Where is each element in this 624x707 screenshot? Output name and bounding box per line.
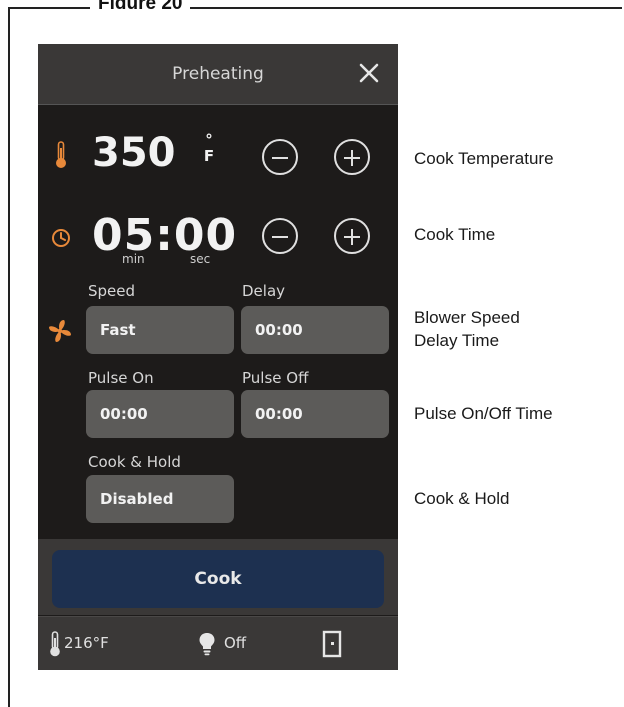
device-screen: Preheating 350 ° F 05:00 min sec Speed D… — [38, 44, 398, 670]
callout-pulse-time: Pulse On/Off Time — [414, 404, 553, 423]
time-increase-button[interactable] — [334, 218, 370, 254]
time-decrease-button[interactable] — [262, 218, 298, 254]
delay-label: Delay — [242, 282, 286, 300]
callout-cook-temperature: Cook Temperature — [414, 149, 554, 168]
cook-time-value: 05:00 — [92, 210, 238, 261]
title-bar: Preheating — [38, 44, 398, 105]
thermometer-icon — [50, 631, 60, 657]
pulse-on-field[interactable]: 00:00 — [86, 390, 234, 438]
pulse-off-field[interactable]: 00:00 — [241, 390, 389, 438]
cook-button-area: Cook — [38, 539, 398, 615]
speed-label: Speed — [88, 282, 136, 300]
door-icon — [322, 630, 342, 658]
callout-cook-hold: Cook & Hold — [414, 489, 510, 508]
fan-icon — [49, 320, 71, 342]
temperature-decrease-button[interactable] — [262, 139, 298, 175]
callout-blower-speed: Blower Speed — [414, 308, 520, 327]
close-button[interactable] — [354, 58, 384, 88]
figure-title: Figure 20 — [90, 0, 191, 9]
light-status: Off — [224, 634, 247, 652]
pulse-off-label: Pulse Off — [242, 369, 309, 387]
temperature-unit: ° F — [202, 132, 216, 164]
minus-icon — [272, 236, 288, 238]
clock-icon — [52, 229, 70, 247]
time-min-label: min — [122, 252, 145, 266]
pulse-on-label: Pulse On — [88, 369, 154, 387]
temperature-increase-button[interactable] — [334, 139, 370, 175]
cook-button[interactable]: Cook — [52, 550, 384, 608]
status-bar: 216°F Off — [38, 616, 398, 670]
temperature-unit-degree: ° — [205, 131, 213, 149]
lightbulb-icon[interactable] — [198, 632, 216, 656]
oven-temperature-readout: 216°F — [64, 634, 109, 652]
screen-title: Preheating — [172, 64, 264, 84]
close-icon — [359, 63, 379, 83]
callout-cook-time: Cook Time — [414, 225, 496, 244]
cook-hold-label: Cook & Hold — [88, 453, 181, 471]
delay-field[interactable]: 00:00 — [241, 306, 389, 354]
thermometer-icon — [56, 141, 66, 168]
minus-icon — [272, 157, 288, 159]
temperature-unit-letter: F — [203, 147, 215, 165]
cook-hold-field[interactable]: Disabled — [86, 475, 234, 523]
speed-field[interactable]: Fast — [86, 306, 234, 354]
cook-temperature-value: 350 — [92, 130, 176, 176]
callout-delay-time: Delay Time — [414, 331, 500, 350]
time-sec-label: sec — [190, 252, 211, 266]
